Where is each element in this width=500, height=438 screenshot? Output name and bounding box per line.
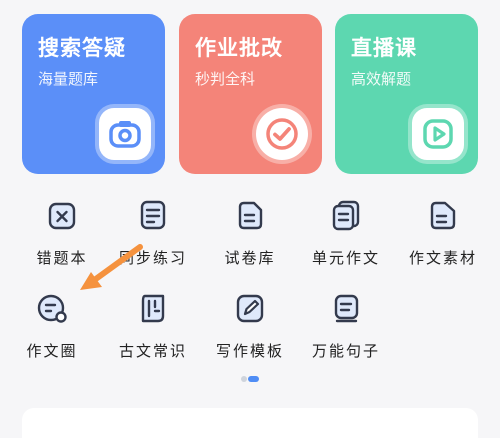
- classical-chinese-icon: [141, 294, 165, 323]
- card-title: 直播课: [351, 36, 417, 60]
- play-icon: [412, 108, 464, 160]
- tool-label: 同步练习: [118, 249, 187, 267]
- tool-essay-circle[interactable]: 作文圈: [7, 290, 97, 361]
- error-notebook-icon: [48, 202, 76, 230]
- card-title: 作业批改: [195, 36, 283, 60]
- card-subtitle: 秒判全科: [195, 70, 256, 88]
- tool-test-paper[interactable]: 试卷库: [205, 197, 295, 268]
- tool-sentence[interactable]: 万能句子: [301, 290, 391, 361]
- card-subtitle: 海量题库: [38, 70, 99, 88]
- card-title: 搜索答疑: [38, 36, 126, 60]
- live-class-card[interactable]: 直播课 高效解题: [335, 14, 478, 174]
- tool-classical-chinese[interactable]: 古文常识: [108, 290, 198, 361]
- sync-practice-icon: [140, 200, 166, 230]
- tool-label: 作文圈: [26, 342, 78, 360]
- essay-circle-icon: [37, 294, 67, 323]
- tool-label: 单元作文: [311, 249, 380, 267]
- page-indicator: [241, 376, 259, 382]
- unit-essay-icon: [332, 200, 360, 231]
- tool-unit-essay[interactable]: 单元作文: [301, 197, 391, 268]
- page-dot-active: [248, 376, 259, 382]
- search-answer-card[interactable]: 搜索答疑 海量题库: [22, 14, 165, 174]
- tool-label: 万能句子: [311, 342, 380, 360]
- page-dot-inactive: [241, 376, 247, 382]
- tool-label: 作文素材: [408, 249, 477, 267]
- tool-essay-material[interactable]: 作文素材: [398, 197, 488, 268]
- tool-label: 错题本: [36, 249, 88, 267]
- card-subtitle: 高效解题: [351, 70, 412, 88]
- tool-error-notebook[interactable]: 错题本: [17, 197, 107, 268]
- homework-correction-card[interactable]: 作业批改 秒判全科: [179, 14, 322, 174]
- sentence-icon: [334, 294, 359, 323]
- tool-sync-practice[interactable]: 同步练习: [108, 197, 198, 268]
- writing-template-icon: [236, 294, 264, 323]
- tool-label: 试卷库: [224, 249, 276, 267]
- test-paper-icon: [238, 201, 263, 230]
- bottom-panel: [22, 408, 478, 438]
- essay-material-icon: [430, 201, 456, 230]
- check-icon: [256, 108, 308, 160]
- tool-label: 写作模板: [215, 342, 284, 360]
- camera-icon: [99, 108, 151, 160]
- tool-writing-template[interactable]: 写作模板: [205, 290, 295, 361]
- tool-label: 古文常识: [118, 342, 187, 360]
